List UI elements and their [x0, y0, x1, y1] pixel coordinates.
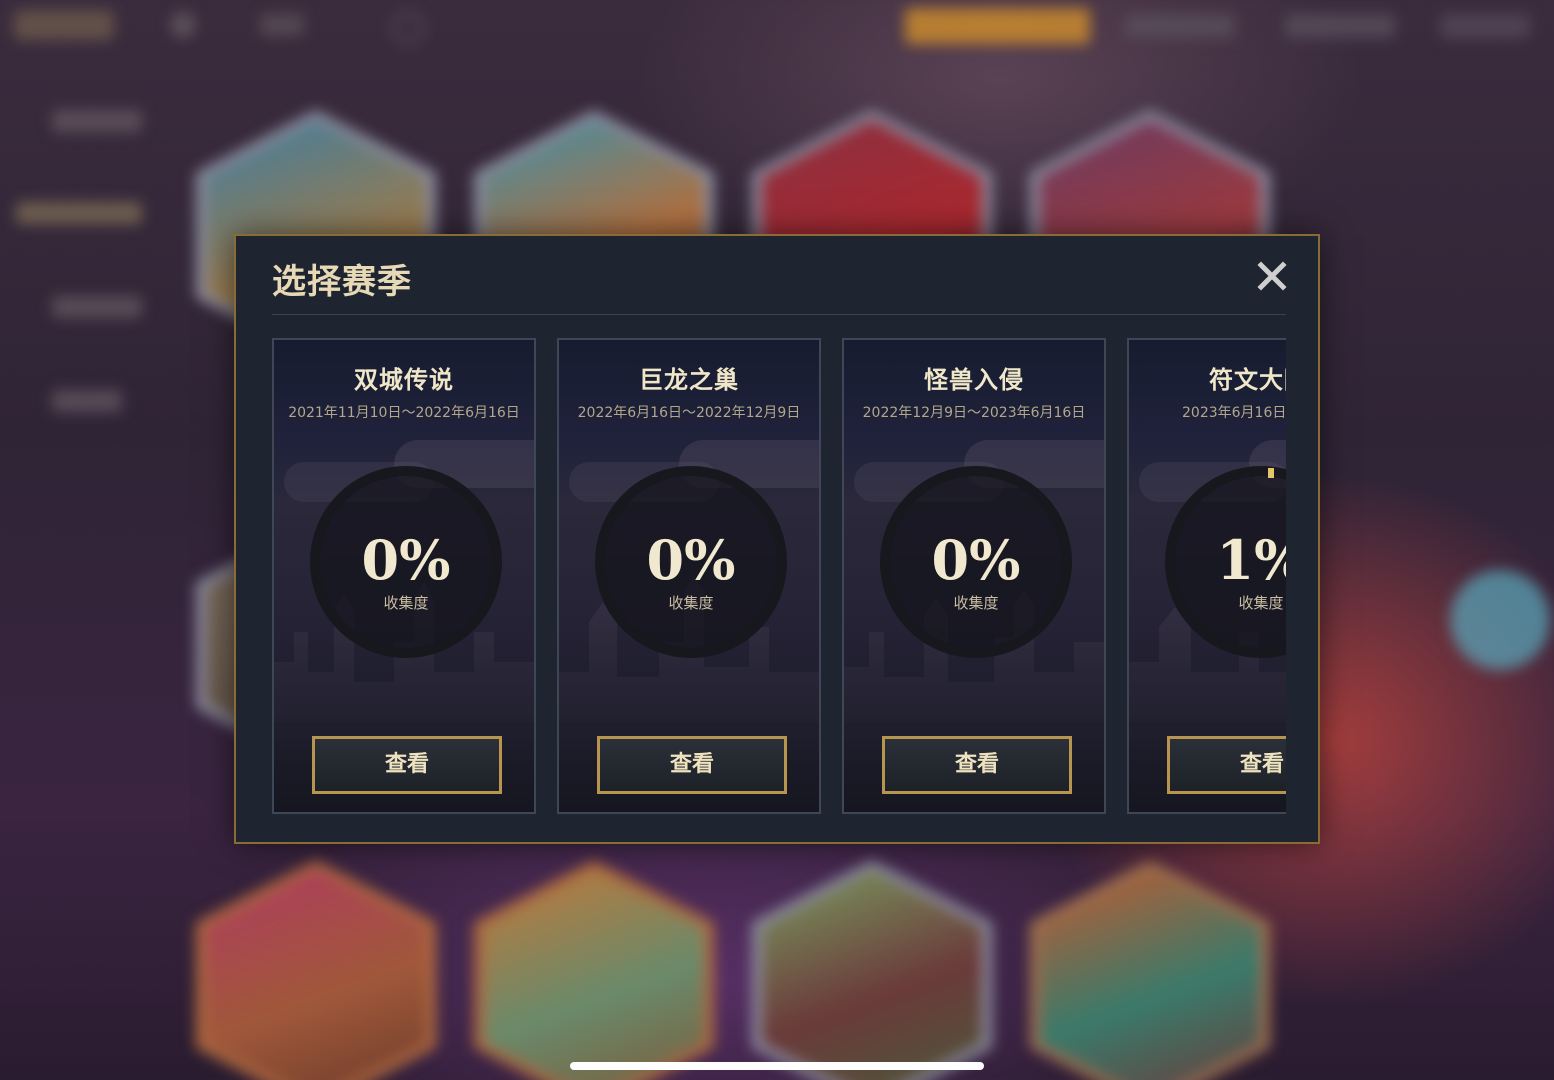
season-name: 双城传说 [354, 366, 454, 394]
close-button[interactable] [1252, 256, 1292, 296]
collection-percent: 1% [1216, 528, 1286, 592]
topbar-item [260, 14, 304, 36]
season-date-range: 2022年6月16日～2022年12月9日 [577, 405, 801, 421]
collection-label: 收集度 [953, 594, 999, 612]
home-indicator[interactable] [570, 1062, 984, 1070]
collection-progress-ring: 0% 收集度 [880, 466, 1072, 658]
select-season-dialog: 选择赛季 双城传说 2021年11月10日～2022年6月16日 0% 收集度 … [234, 234, 1320, 844]
app-logo [14, 10, 114, 40]
season-card: 双城传说 2021年11月10日～2022年6月16日 0% 收集度 查看 [272, 338, 536, 814]
collection-label: 收集度 [1238, 594, 1284, 612]
sidebar-item [52, 390, 122, 412]
background-hex-tile [752, 860, 992, 1080]
collection-label: 收集度 [668, 594, 714, 612]
background-hex-tile [196, 860, 436, 1080]
collection-percent: 0% [931, 528, 1021, 592]
topbar-item [1440, 14, 1530, 38]
progress-indicator [1268, 468, 1274, 478]
collection-progress-ring: 0% 收集度 [310, 466, 502, 658]
season-card: 巨龙之巢 2022年6月16日～2022年12月9日 0% 收集度 查看 [557, 338, 821, 814]
topbar-item [1285, 14, 1395, 38]
search-icon [392, 12, 424, 44]
background-badge [1450, 570, 1550, 670]
season-name: 巨龙之巢 [639, 366, 739, 394]
season-name: 符文大陆 [1209, 366, 1286, 394]
sidebar-item [52, 110, 142, 132]
season-card: 符文大陆 2023年6月16日～2023 1% 收集度 查看 [1127, 338, 1286, 814]
background-hex-tile [474, 860, 714, 1080]
topbar-icon [170, 12, 196, 38]
sidebar-item-active [16, 202, 142, 224]
view-button[interactable]: 查看 [312, 736, 502, 794]
background-topbar [0, 0, 1554, 56]
season-card: 怪兽入侵 2022年12月9日～2023年6月16日 0% 收集度 查看 [842, 338, 1106, 814]
season-card-list[interactable]: 双城传说 2021年11月10日～2022年6月16日 0% 收集度 查看 巨龙… [272, 338, 1286, 818]
close-icon [1257, 261, 1287, 291]
season-date-range: 2021年11月10日～2022年6月16日 [288, 405, 520, 421]
dialog-divider [272, 314, 1286, 315]
season-date-range: 2023年6月16日～2023 [1182, 405, 1286, 421]
topbar-item [1125, 14, 1235, 38]
sidebar-item [52, 296, 142, 318]
season-name: 怪兽入侵 [924, 366, 1024, 394]
view-button[interactable]: 查看 [1167, 736, 1286, 794]
topbar-gold-button [905, 8, 1090, 44]
collection-percent: 0% [646, 528, 736, 592]
season-date-range: 2022年12月9日～2023年6月16日 [862, 405, 1086, 421]
collection-percent: 0% [361, 528, 451, 592]
background-sidebar [0, 60, 190, 1060]
dialog-title: 选择赛季 [272, 262, 412, 302]
view-button[interactable]: 查看 [597, 736, 787, 794]
collection-label: 收集度 [383, 594, 429, 612]
view-button[interactable]: 查看 [882, 736, 1072, 794]
background-hex-tile [1030, 860, 1270, 1080]
collection-progress-ring: 0% 收集度 [595, 466, 787, 658]
